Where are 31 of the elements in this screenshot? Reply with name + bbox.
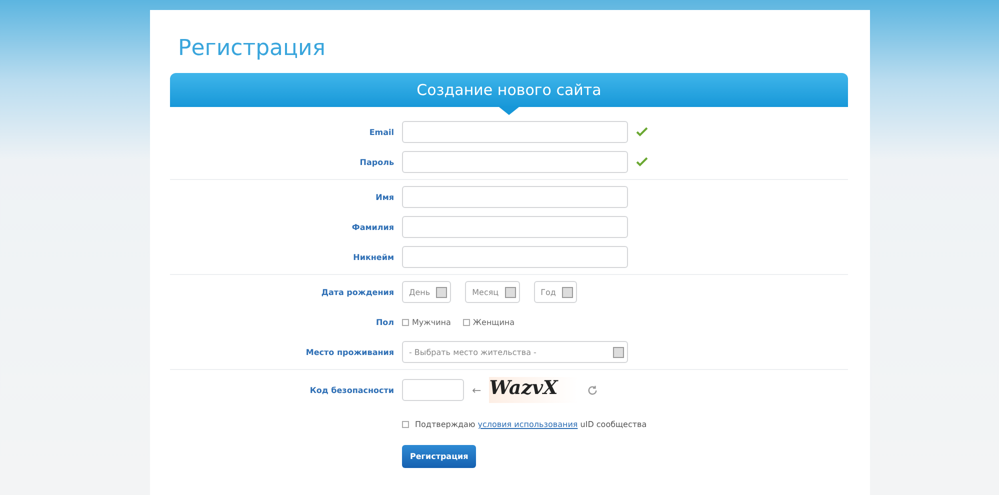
input-field[interactable] bbox=[402, 186, 628, 208]
terms-link[interactable]: условия использования bbox=[478, 420, 578, 429]
radio-label: Мужчина bbox=[412, 318, 451, 326]
input-field[interactable] bbox=[402, 379, 464, 401]
input-field[interactable] bbox=[402, 151, 628, 173]
field-label: Пол bbox=[374, 318, 394, 326]
page-title: Регистрация bbox=[178, 36, 327, 61]
form-header: Создание нового сайта bbox=[170, 73, 848, 107]
terms-text: Подтверждаю условия использования uID сообщества bbox=[415, 420, 647, 429]
dropdown[interactable]: День bbox=[402, 281, 452, 303]
field-label: Код безопасности bbox=[308, 386, 394, 394]
radio-button[interactable] bbox=[462, 318, 470, 326]
field-label: Дата рождения bbox=[320, 288, 394, 296]
arrow-label: ← bbox=[472, 384, 482, 396]
field-label: Место проживания bbox=[304, 348, 394, 356]
field-label: Фамилия bbox=[350, 222, 394, 232]
radio-button[interactable] bbox=[402, 318, 409, 326]
refresh-icon[interactable] bbox=[587, 384, 598, 396]
input-field[interactable] bbox=[402, 121, 628, 143]
register-button[interactable]: Регистрация bbox=[402, 445, 476, 468]
dropdown[interactable]: Месяц bbox=[465, 281, 520, 303]
field-label: Никнейм bbox=[352, 252, 394, 262]
field-label: Пароль bbox=[358, 158, 394, 166]
dropdown[interactable]: Год bbox=[534, 281, 577, 303]
dropdown[interactable]: - Выбрать место жительства - bbox=[402, 341, 628, 363]
input-field[interactable] bbox=[402, 216, 628, 238]
input-field[interactable] bbox=[402, 246, 628, 268]
field-label: Имя bbox=[374, 192, 394, 202]
checkbox[interactable] bbox=[402, 421, 409, 428]
radio-label: Женщина bbox=[472, 318, 515, 326]
field-label: Email bbox=[368, 128, 394, 136]
